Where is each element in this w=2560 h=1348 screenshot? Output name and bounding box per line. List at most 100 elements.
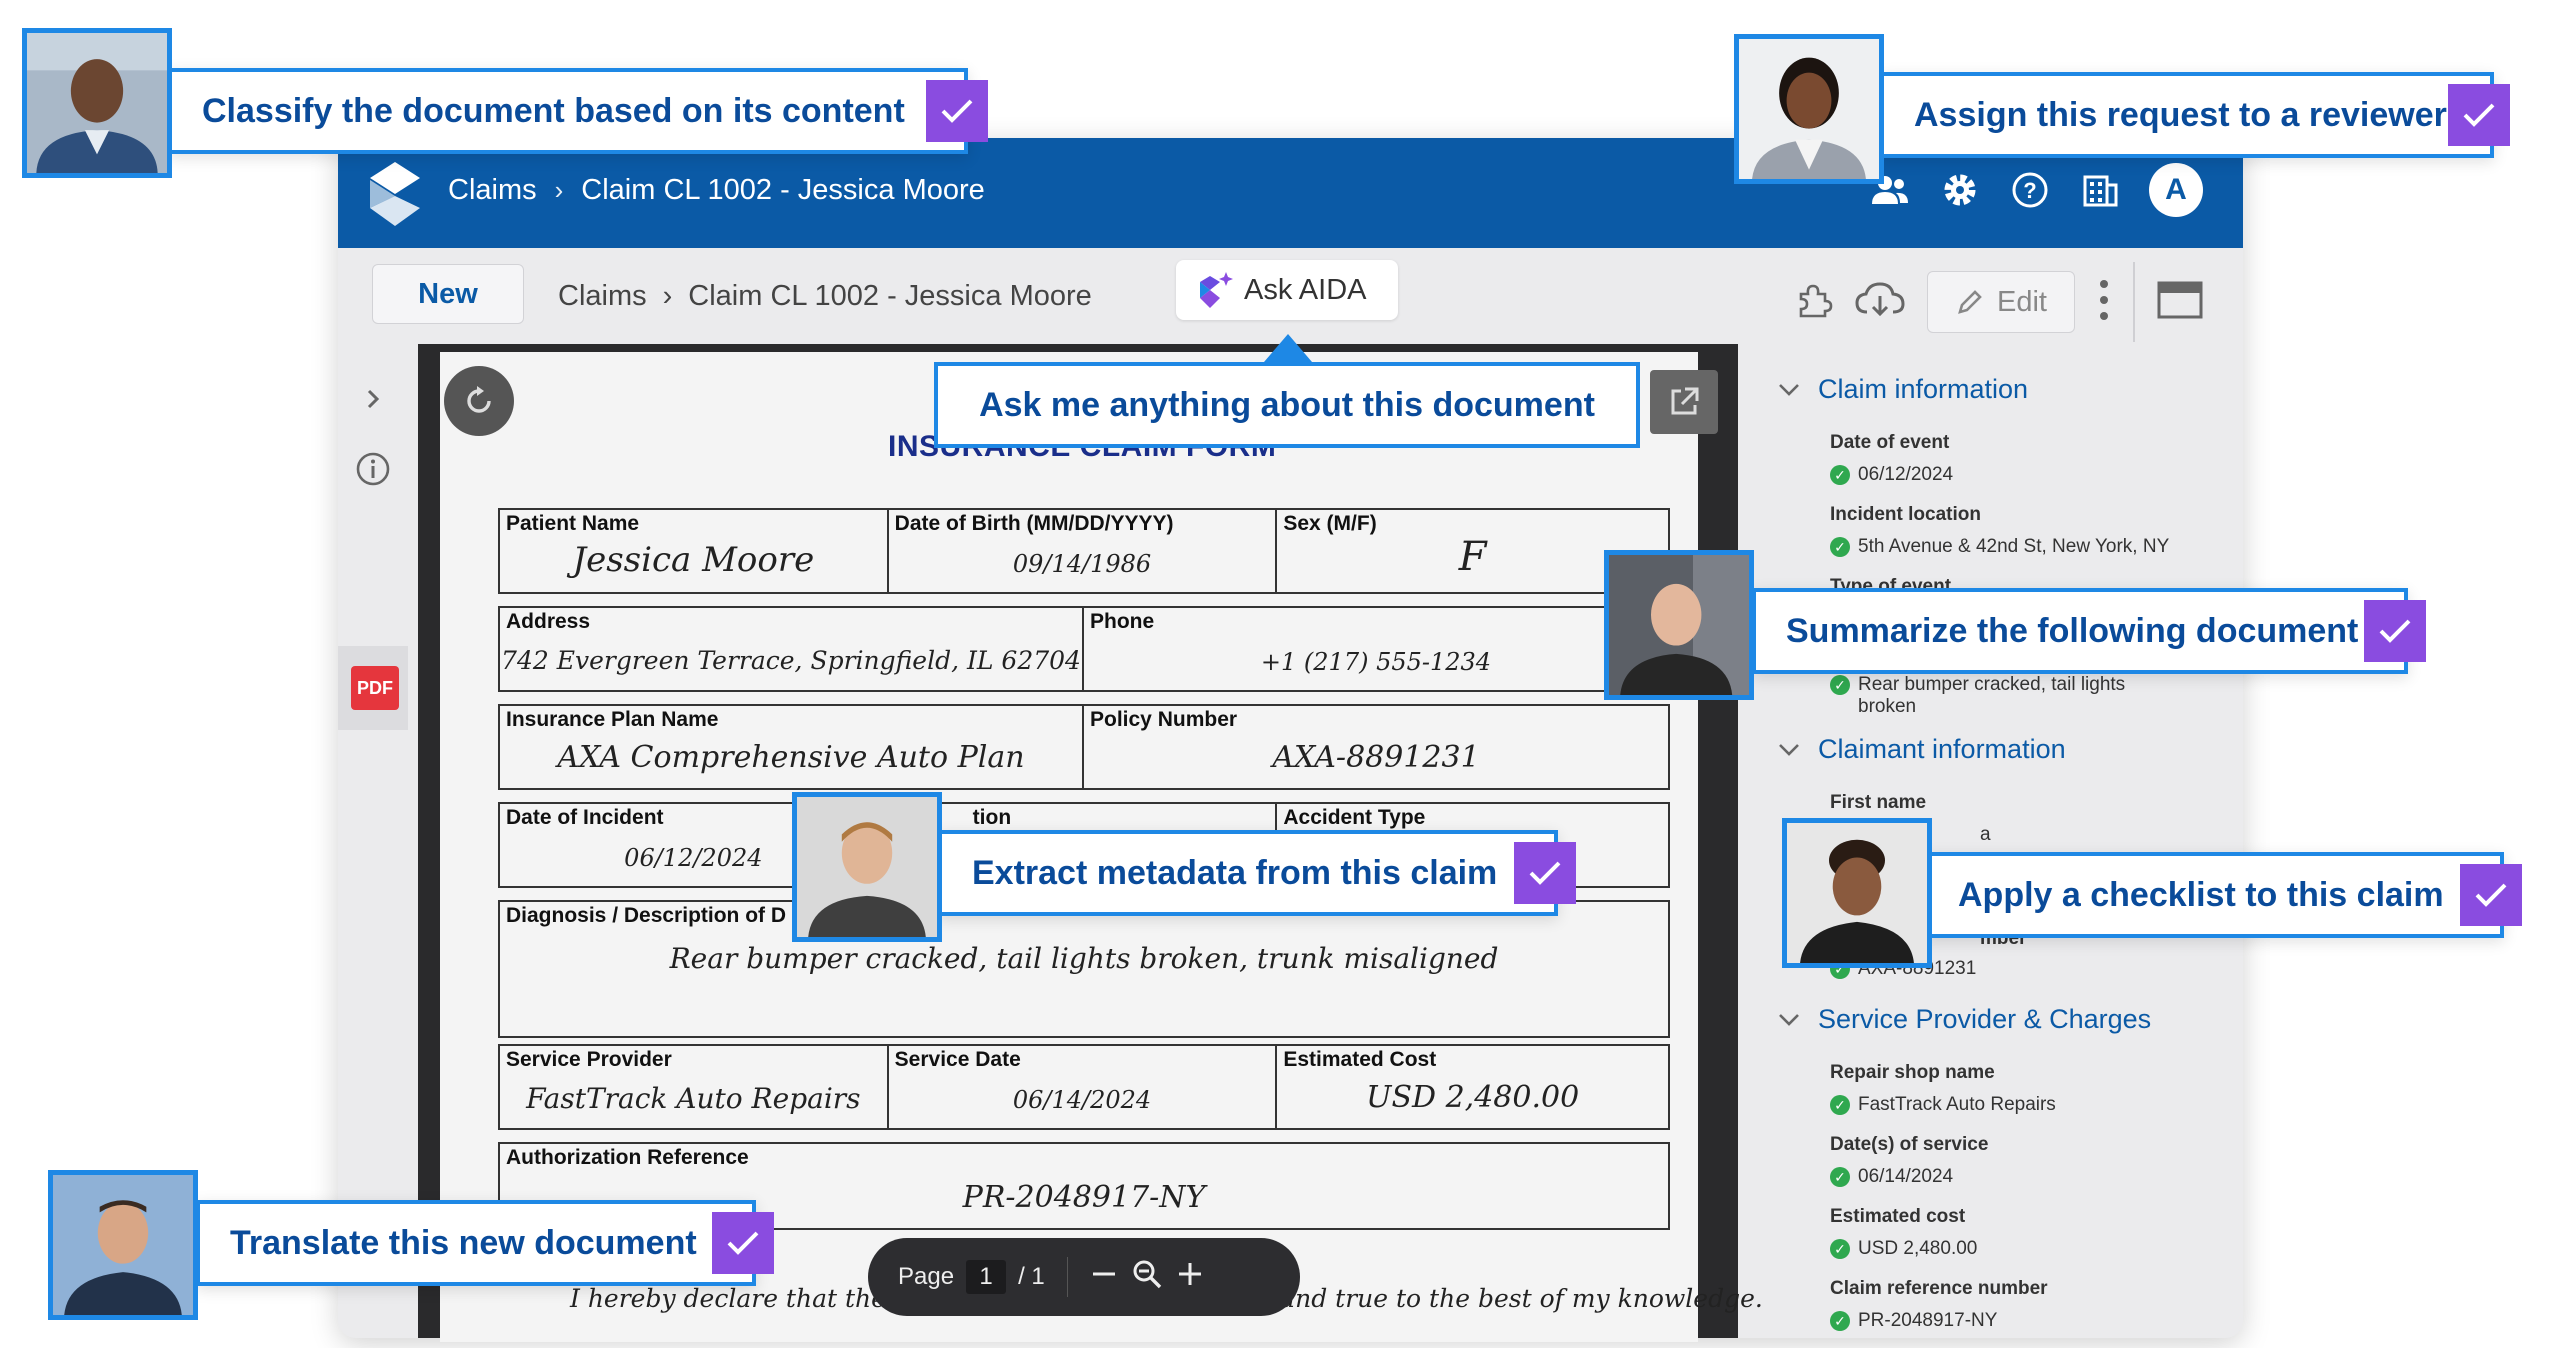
field-label: Incident location — [1830, 504, 1981, 525]
check-icon: ✓ — [1830, 1095, 1850, 1115]
gear-icon[interactable] — [1939, 169, 1981, 211]
chevron-right-icon: › — [662, 280, 673, 312]
field-label: Date of Birth (MM/DD/YYYY) — [894, 512, 1174, 535]
form-cell: Insurance Plan Name AXA Comprehensive Au… — [500, 706, 1084, 788]
top-bar-actions: ? A — [1869, 163, 2203, 217]
callout-ask-anything: Ask me anything about this document — [934, 362, 1640, 448]
aida-sparkle-icon — [1200, 272, 1233, 308]
building-icon[interactable] — [2079, 169, 2121, 211]
open-external-icon[interactable] — [1650, 370, 1718, 434]
form-cell: Date of Birth (MM/DD/YYYY) 09/14/1986 — [889, 510, 1278, 592]
pencil-icon — [1958, 290, 1982, 314]
top-breadcrumb-root[interactable]: Claims — [448, 174, 537, 207]
form-row: Service Provider FastTrack Auto Repairs … — [498, 1044, 1670, 1130]
page-navigator: Page 1 / 1 — [868, 1238, 1300, 1316]
check-box-icon — [2364, 600, 2426, 662]
form-row: Address 742 Evergreen Terrace, Springfie… — [498, 606, 1670, 692]
form-cell: Estimated Cost USD 2,480.00 — [1277, 1046, 1668, 1128]
panel-toggle-icon[interactable] — [2157, 280, 2203, 325]
check-icon: ✓ — [1830, 675, 1850, 695]
ask-aida-label: Ask AIDA — [1244, 273, 1367, 306]
form-row: Patient Name Jessica Moore Date of Birth… — [498, 508, 1670, 594]
top-breadcrumb-current: Claim CL 1002 - Jessica Moore — [581, 174, 985, 206]
field-label: Patient Name — [506, 512, 640, 535]
handwritten-value: Rear bumper cracked, tail lights broken,… — [669, 942, 1499, 975]
refresh-icon[interactable] — [444, 366, 514, 436]
chevron-down-icon — [1779, 743, 1799, 756]
field-value: ✓ 5th Avenue & 42nd St, New York, NY — [1830, 536, 2210, 558]
callout-text: Extract metadata from this claim — [972, 853, 1498, 892]
section-service-provider-charges[interactable]: Service Provider & Charges — [1778, 1004, 2151, 1035]
field-label: Estimated Cost — [1283, 1048, 1437, 1071]
handwritten-value: Jessica Moore — [572, 540, 815, 580]
form-cell: Service Provider FastTrack Auto Repairs — [500, 1046, 889, 1128]
callout-checklist: Apply a checklist to this claim — [1924, 852, 2522, 938]
zoom-in-icon[interactable] — [1176, 1260, 1204, 1295]
field-label: Claim reference number — [1830, 1278, 2048, 1299]
field-label: Authorization Reference — [506, 1146, 749, 1169]
new-button[interactable]: New — [372, 264, 524, 324]
callout-summarize: Summarize the following document — [1752, 588, 2426, 674]
handwritten-value: 09/14/1986 — [1012, 550, 1152, 578]
expand-chevron-icon[interactable] — [352, 378, 394, 420]
field-label: Phone — [1090, 610, 1155, 633]
section-title: Claimant information — [1818, 734, 2066, 764]
info-icon[interactable] — [352, 448, 394, 490]
person-photo — [48, 1170, 198, 1320]
field-label: Sex (M/F) — [1283, 512, 1377, 535]
toolbar: New Claims › Claim CL 1002 - Jessica Moo… — [338, 248, 2243, 344]
field-label: Diagnosis / Description of D — [506, 904, 787, 927]
section-claim-information[interactable]: Claim information — [1778, 374, 2028, 405]
zoom-out-icon[interactable] — [1090, 1260, 1118, 1295]
zoom-search-icon[interactable] — [1130, 1257, 1164, 1298]
person-photo — [792, 792, 942, 942]
field-label: Date of Incident — [506, 806, 664, 829]
field-value: ✓ 06/14/2024 — [1830, 1166, 2210, 1188]
form-row: Insurance Plan Name AXA Comprehensive Au… — [498, 704, 1670, 790]
section-claimant-information[interactable]: Claimant information — [1778, 734, 2066, 765]
field-value: ✓ 06/12/2024 — [1830, 464, 2210, 486]
callout-extract: Extract metadata from this claim — [938, 830, 1576, 916]
callout-assign: Assign this request to a reviewer — [1880, 72, 2510, 158]
toolbar-breadcrumb-current: Claim CL 1002 - Jessica Moore — [688, 280, 1092, 312]
check-icon: ✓ — [1830, 1167, 1850, 1187]
cloud-download-icon[interactable] — [1855, 280, 1905, 325]
toolbar-breadcrumb-root[interactable]: Claims — [558, 280, 647, 313]
form-row: Diagnosis / Description of D Rear bumper… — [498, 900, 1670, 1038]
left-rail: PDF — [338, 344, 408, 1338]
toolbar-actions: Edit — [1793, 262, 2203, 342]
edit-label: Edit — [1997, 285, 2047, 318]
top-breadcrumb: Claims › Claim CL 1002 - Jessica Moore — [448, 174, 985, 207]
check-icon: ✓ — [1830, 465, 1850, 485]
toolbar-divider — [2133, 262, 2135, 342]
field-label: Date of event — [1830, 432, 1950, 453]
handwritten-value: USD 2,480.00 — [1366, 1080, 1580, 1115]
field-value: ✓ PR-2048917-NY — [1830, 1310, 2210, 1332]
user-avatar[interactable]: A — [2149, 163, 2203, 217]
pager-divider — [1066, 1257, 1068, 1297]
check-box-icon — [712, 1212, 774, 1274]
field-label: Estimated cost — [1830, 1206, 1966, 1227]
pdf-tab[interactable]: PDF — [338, 646, 408, 730]
callout-translate: Translate this new document — [196, 1200, 774, 1286]
form-cell: Service Date 06/14/2024 — [889, 1046, 1278, 1128]
help-icon[interactable]: ? — [2009, 169, 2051, 211]
form-cell: Patient Name Jessica Moore — [500, 510, 889, 592]
app-logo-icon[interactable] — [370, 162, 420, 226]
edit-button[interactable]: Edit — [1927, 271, 2075, 333]
field-label: tion — [972, 806, 1012, 829]
puzzle-icon[interactable] — [1793, 280, 1833, 325]
person-photo — [22, 28, 172, 178]
section-title: Service Provider & Charges — [1818, 1004, 2152, 1034]
field-label: Service Date — [894, 1048, 1021, 1071]
handwritten-value: 06/14/2024 — [1012, 1086, 1152, 1114]
check-icon: ✓ — [1830, 1311, 1850, 1331]
check-box-icon — [926, 80, 988, 142]
page-total: / 1 — [1018, 1263, 1045, 1290]
more-vertical-icon[interactable] — [2097, 278, 2111, 327]
chevron-down-icon — [1779, 1013, 1799, 1026]
chevron-down-icon — [1779, 383, 1799, 396]
page-number-input[interactable]: 1 — [966, 1260, 1007, 1294]
ask-aida-button[interactable]: Ask AIDA — [1176, 260, 1398, 320]
callout-text: Apply a checklist to this claim — [1958, 875, 2444, 914]
